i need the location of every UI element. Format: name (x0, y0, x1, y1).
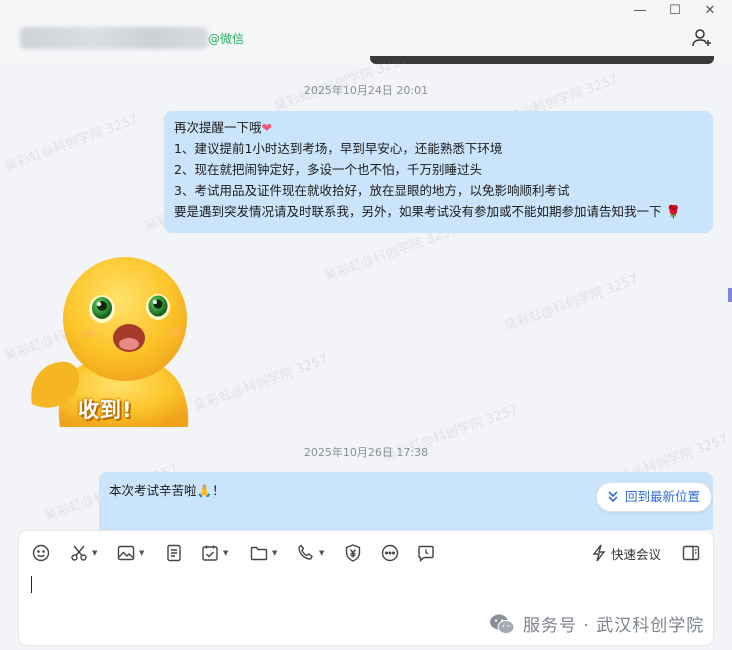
prayer-emoji-icon: 🙏 (196, 483, 213, 498)
screenshot-button[interactable]: ▼ (69, 543, 97, 563)
image-button[interactable]: ▼ (116, 543, 144, 563)
rose-emoji-icon: 🌹 (665, 204, 682, 219)
scroll-to-latest-label: 回到最新位置 (625, 489, 701, 504)
watermark: 吴彩虹@科创学院 3257 (192, 352, 331, 415)
brand-text: 服务号 · 武汉科创学院 (523, 616, 705, 636)
more-icon (381, 544, 399, 562)
message-timestamp: 2025年10月26日 17:38 (303, 446, 429, 459)
brand-watermark: 服务号 · 武汉科创学院 (489, 611, 704, 636)
document-button[interactable] (164, 543, 184, 563)
call-button[interactable]: ▼ (296, 543, 324, 563)
add-member-icon[interactable] (690, 26, 714, 50)
chevron-down-icon[interactable]: ▼ (92, 549, 97, 557)
more-button[interactable] (380, 543, 400, 563)
quick-meeting-button[interactable]: 快速会议 (591, 543, 661, 563)
chevron-down-icon[interactable]: ▼ (319, 549, 324, 557)
message-composer[interactable]: ▼ ▼ ▼ ▼ ▼ 快速会议 服务号 · 武汉科创学院 (18, 530, 714, 646)
document-icon (167, 544, 181, 562)
side-panel-icon (682, 545, 700, 561)
chat-history-icon (418, 545, 434, 563)
watermark: 吴彩虹@科创学院 3257 (502, 272, 641, 335)
minimize-button[interactable]: — (630, 2, 650, 20)
file-button[interactable]: ▼ (249, 543, 277, 563)
close-button[interactable]: ✕ (700, 2, 720, 20)
wechat-logo-icon (490, 614, 515, 634)
double-chevron-down-icon (607, 484, 619, 520)
schedule-button[interactable]: ▼ (200, 543, 228, 563)
scissors-icon (71, 545, 87, 561)
lightning-icon (592, 544, 606, 562)
folder-icon (250, 546, 268, 561)
chat-header: @微信 — ☐ ✕ (0, 0, 732, 64)
emoji-button[interactable] (31, 543, 51, 563)
sticker-caption: 收到! (78, 398, 133, 422)
message-line: 3、考试用品及证件现在就收拾好，放在显眼的地方，以免影响顺利考试 (174, 183, 570, 198)
quick-meeting-label: 快速会议 (611, 546, 662, 562)
message-line-suffix: ！ (212, 483, 225, 498)
side-panel-button[interactable] (681, 543, 701, 563)
watermark: 吴彩虹@科创学院 3257 (2, 112, 141, 175)
text-cursor[interactable] (31, 576, 32, 593)
chevron-down-icon[interactable]: ▼ (223, 549, 228, 557)
heart-emoji-icon: ❤ (261, 120, 272, 135)
sticker-received[interactable]: 收到! (30, 254, 200, 427)
contact-source: @微信 (208, 32, 245, 46)
message-timestamp: 2025年10月24日 20:01 (303, 84, 429, 97)
chevron-down-icon[interactable]: ▼ (139, 549, 144, 557)
message-line: 本次考试辛苦啦 (109, 483, 197, 498)
scroll-to-latest-button[interactable]: 回到最新位置 (596, 482, 712, 512)
message-line: 2、现在就把闹钟定好，多设一个也不怕，千万别睡过头 (174, 162, 482, 177)
chat-history-button[interactable] (416, 543, 436, 563)
chat-messages-area[interactable]: 吴彩虹@科创学院 3257 吴彩虹@科创学院 3257 吴彩虹@科创学院 325… (0, 62, 732, 530)
message-line: 再次提醒一下哦 (174, 120, 262, 135)
scrollbar-accent[interactable] (728, 288, 732, 302)
emoji-icon (32, 544, 50, 562)
maximize-button[interactable]: ☐ (665, 2, 685, 20)
image-icon (117, 545, 135, 561)
contact-name-blurred[interactable] (20, 27, 208, 49)
yuan-shield-icon (345, 544, 361, 562)
payment-button[interactable] (343, 543, 363, 563)
message-bubble-reminder[interactable]: 再次提醒一下哦❤ 1、建议提前1小时达到考场，早到早安心，还能熟悉下环境 2、现… (164, 111, 713, 233)
message-line: 要是遇到突发情况请及时联系我，另外，如果考试没有参加或不能如期参加请告知我一下 (174, 204, 662, 219)
phone-icon (298, 544, 313, 560)
message-line: 1、建议提前1小时达到考场，早到早安心，还能熟悉下环境 (174, 141, 503, 156)
chevron-down-icon[interactable]: ▼ (272, 549, 277, 557)
calendar-check-icon (202, 545, 218, 561)
